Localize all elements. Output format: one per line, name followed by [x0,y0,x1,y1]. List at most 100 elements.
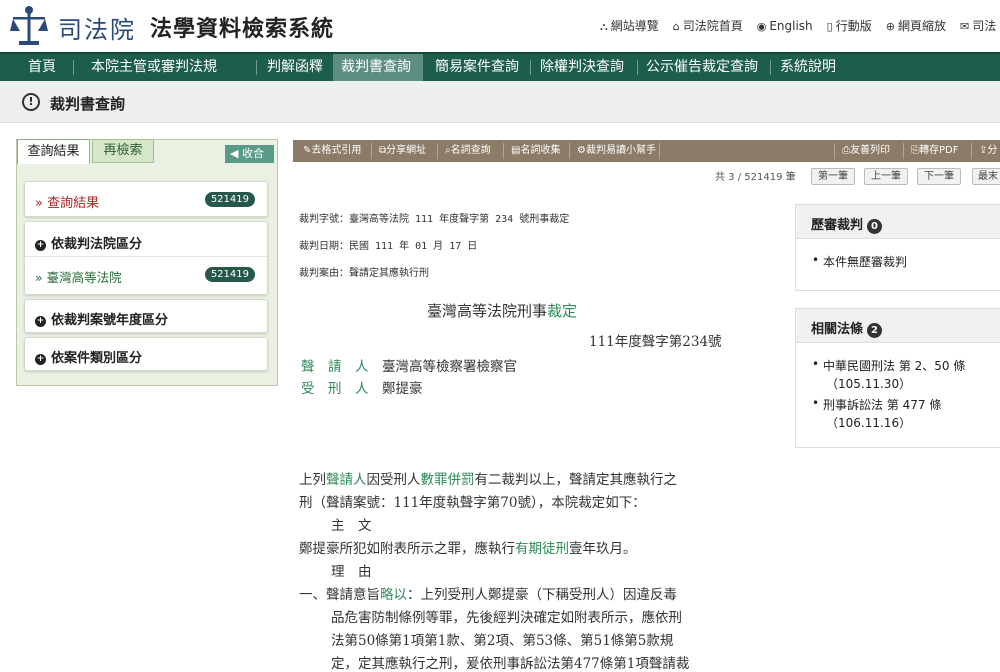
laws-count-badge: 2 [867,323,883,338]
home-icon: ⌂ [672,20,680,33]
history-count-badge: 0 [867,219,883,234]
plus-icon: + [35,354,46,365]
last-button[interactable]: 最末 [972,168,1000,185]
main-nav: 首頁 本院主管或審判法規 判解函釋 裁判書查詢 簡易案件查詢 除權判決查詢 公示… [0,52,1000,81]
nav-regulations[interactable]: 本院主管或審判法規 [83,54,225,81]
print-button[interactable]: ⎙友善列印 [838,140,894,162]
nav-judgments[interactable]: 裁判書查詢 [333,54,423,81]
collapse-button[interactable]: ◀ 收合 [225,145,274,163]
pdf-icon: ⎘ [911,145,919,156]
mobile-icon: ▯ [826,20,833,33]
nav-divider [256,60,257,75]
court-item-link[interactable]: » 臺灣高等法院 [35,267,122,286]
law-link-criminal-code[interactable]: 中華民國刑法 第 2、50 條 [809,357,1000,374]
related-laws-panel: 相關法條2 中華民國刑法 第 2、50 條 （105.11.30） 刑事訴訟法 … [795,308,1000,448]
site-title[interactable]: 法學資料檢索系統 [150,11,334,43]
mail-icon: ✉ [959,20,970,33]
share-button[interactable]: ⧉分享網址 [375,140,430,162]
court-name[interactable]: 司法院 [58,10,136,45]
nav-simple-cases[interactable]: 簡易案件查詢 [427,54,527,81]
first-button[interactable]: 第一筆 [811,168,855,185]
site-header: 司法院 法學資料檢索系統 ⛬ 網站導覽 ⌂ 司法院首頁 ◉ English ▯ 行動版 ⊕ 網頁縮… [0,0,1000,52]
party-petitioner: 聲 請 人 臺灣高等檢察署檢察官 [301,359,517,375]
english-link[interactable]: ◉ English [757,19,813,33]
page-title: 裁判書查詢 [50,95,126,113]
doc-line: 品危害防制條例等罪，先後經判決確定如附表所示，應依刑 [331,610,682,626]
home-link[interactable]: ⌂ 司法院首頁 [673,17,743,34]
results-link[interactable]: » 查詢結果 [35,192,99,211]
toolbar-divider [371,143,372,159]
judgment-id: 裁判字號：臺灣高等法院 111 年度聲字第 234 號刑事裁定 [299,214,570,225]
document-toolbar: ✎去格式引用 ⧉分享網址 ⌕名詞查詢 ▤名詞收集 ⚙裁判易讀小幫手 ⎙友善列印 … [293,140,1000,162]
plus-icon: + [35,240,46,251]
type-group-box[interactable]: + 依案件類別區分 [24,337,268,371]
judicial-scale-logo[interactable] [10,5,48,47]
nav-public-notice[interactable]: 公示催告裁定查詢 [638,54,766,81]
nav-divider [73,60,74,75]
results-count-badge: 521419 [204,192,255,207]
doc-heading: 臺灣高等法院刑事裁定 [427,302,578,320]
doc-line: 定，定其應執行之刑，爰依刑事訴訟法第477條第1項聲請裁 [331,656,690,672]
history-panel: 歷審裁判0 本件無歷審裁判 [795,204,1000,291]
term-collect-button[interactable]: ▤名詞收集 [507,140,564,162]
toolbar-divider [971,143,972,159]
chevron-left-icon: ◀ [230,147,242,160]
nav-divider [770,60,771,75]
toolbar-divider [569,143,570,159]
law-date: （106.11.16） [826,416,912,430]
printer-icon: ⎙ [842,145,850,156]
judgment-date: 裁判日期：民國 111 年 01 月 17 日 [299,241,478,252]
page-title-bar: ! 裁判書查詢 [0,81,1000,123]
doc-line: 上列聲請人因受刑人數罪併罰有二裁判以上，聲請定其應執行之 [299,472,677,488]
party-convict: 受 刑 人 鄭提豪 [301,381,423,397]
year-group-box[interactable]: + 依裁判案號年度區分 [24,299,268,333]
law-link-criminal-procedure[interactable]: 刑事訴訟法 第 477 條 [809,396,1000,413]
court-group-toggle[interactable]: + 依裁判法院區分 [35,233,142,252]
sitemap-icon: ⛬ [600,20,608,33]
cite-button[interactable]: ✎去格式引用 [299,140,365,162]
doc-line: 刑（聲請案號：111年度執聲字第70號），本院裁定如下： [299,495,646,511]
results-box[interactable]: » 查詢結果 521419 [24,181,268,217]
laws-panel-header: 相關法條 2 [796,309,1000,343]
share-more-button[interactable]: ⇪分 [975,140,1000,162]
mail-link[interactable]: ✉ 司法 [960,17,996,34]
zoom-icon: ⊕ [885,20,895,33]
nav-home[interactable]: 首頁 [20,54,64,81]
nav-exclusion[interactable]: 除權判決查詢 [532,54,632,81]
toolbar-divider [903,143,904,159]
next-button[interactable]: 下一筆 [917,168,961,185]
history-panel-header: 歷審裁判 0 [796,205,1000,239]
type-group-toggle[interactable]: + 依案件類別區分 [35,347,142,366]
year-group-toggle[interactable]: + 依裁判案號年度區分 [35,309,168,328]
tab-research[interactable]: 再檢索 [92,139,154,163]
law-date: （105.11.30） [826,377,912,391]
readability-helper-button[interactable]: ⚙裁判易讀小幫手 [573,140,660,162]
plus-icon: + [35,316,46,327]
nav-system-help[interactable]: 系統說明 [772,54,844,81]
tab-results[interactable]: 查詢結果 [17,139,90,164]
doc-line: 一、聲請意旨略以：上列受刑人鄭提豪（下稱受刑人）因違反毒 [299,587,677,603]
doc-line: 鄭提豪所犯如附表所示之罪，應執行有期徒刑壹年玖月。 [299,541,637,557]
doc-line: 法第50條第1項第1款、第2項、第53條、第51條第5款規 [331,633,674,649]
globe-icon: ◉ [756,20,767,33]
toolbar-divider [834,143,835,159]
mobile-link[interactable]: ▯ 行動版 [827,17,872,34]
court-group-box: + 依裁判法院區分 » 臺灣高等法院 521419 [24,221,268,295]
info-icon: ! [22,93,40,111]
prev-button[interactable]: 上一筆 [864,168,908,185]
toolbar-divider [503,143,504,159]
reason-heading: 理 由 [331,564,372,580]
case-number: 111年度聲字第234號 [589,334,722,350]
zoom-link[interactable]: ⊕ 網頁縮放 [886,17,946,34]
pdf-button[interactable]: ⎘轉存PDF [907,140,962,162]
judgment-meta: 裁判字號：臺灣高等法院 111 年度聲字第 234 號刑事裁定 裁判日期：民國 … [299,210,569,291]
toolbar-divider [437,143,438,159]
gear-icon: ⚙ [577,145,586,156]
divider [25,256,267,257]
nav-divider [530,60,531,75]
nav-interpretations[interactable]: 判解函釋 [259,54,331,81]
sitemap-link[interactable]: ⛬ 網站導覽 [600,17,659,34]
top-links: ⛬ 網站導覽 ⌂ 司法院首頁 ◉ English ▯ 行動版 ⊕ 網頁縮放 ✉ 司法 [600,17,1000,34]
term-search-button[interactable]: ⌕名詞查詢 [441,140,495,162]
court-count-badge: 521419 [204,267,255,282]
